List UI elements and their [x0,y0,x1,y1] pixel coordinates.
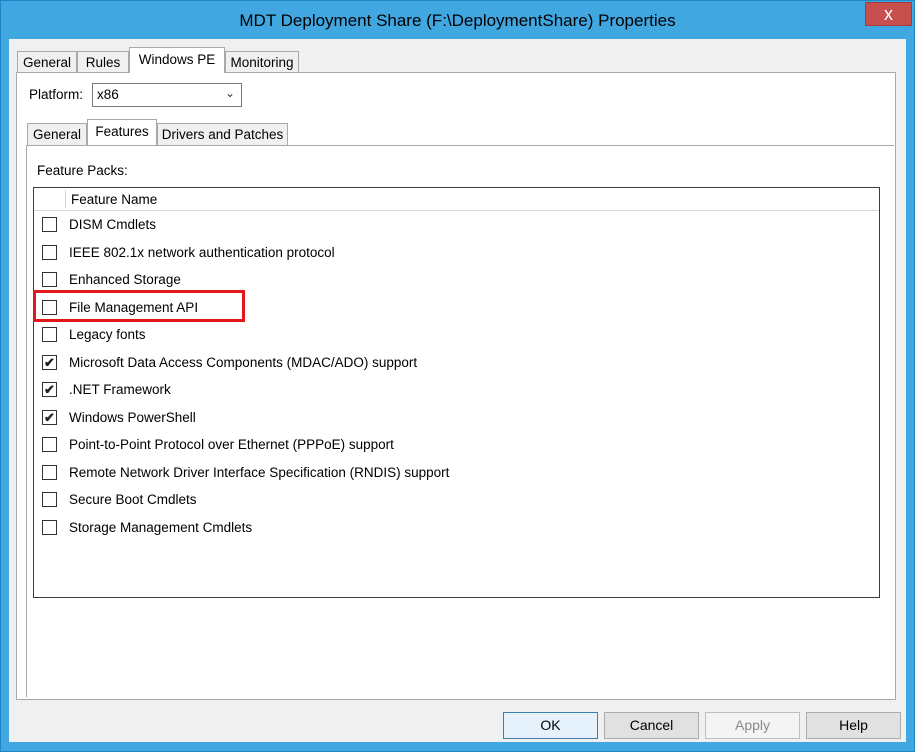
chevron-down-icon: ⌄ [224,86,235,100]
list-item[interactable]: IEEE 802.1x network authentication proto… [34,240,879,267]
platform-value: x86 [97,87,119,102]
feature-checkbox[interactable] [42,217,57,232]
list-item[interactable]: Legacy fonts [34,322,879,349]
feature-checkbox[interactable] [42,327,57,342]
feature-checkbox[interactable] [42,272,57,287]
feature-checkbox[interactable]: ✔ [42,409,57,425]
help-button[interactable]: Help [806,712,901,739]
feature-name: Point-to-Point Protocol over Ethernet (P… [69,437,394,452]
feature-name: Enhanced Storage [69,272,181,287]
list-header: Feature Name [34,188,879,211]
feature-checkbox[interactable] [42,244,57,260]
column-separator[interactable] [65,190,66,208]
ok-button[interactable]: OK [503,712,598,739]
feature-packs-label: Feature Packs: [37,163,128,178]
close-button[interactable]: x [865,2,912,26]
feature-checkbox[interactable] [42,464,57,480]
list-item[interactable]: ✔ .NET Framework [34,377,879,404]
tab-general[interactable]: General [17,51,77,73]
platform-label: Platform: [29,87,84,102]
window-title: MDT Deployment Share (F:\DeploymentShare… [239,11,676,30]
tab-features[interactable]: Features [87,119,157,145]
list-item[interactable]: Secure Boot Cmdlets [34,487,879,514]
tab-inner-general[interactable]: General [27,123,87,145]
platform-select[interactable]: x86 ⌄ [92,83,242,107]
feature-checkbox[interactable] [42,437,57,452]
tab-windows-pe[interactable]: Windows PE [129,47,225,73]
feature-checkbox[interactable] [42,492,57,507]
list-item[interactable]: DISM Cmdlets [34,212,879,239]
feature-name: DISM Cmdlets [69,217,157,232]
cancel-button[interactable]: Cancel [604,712,699,739]
feature-name: Legacy fonts [69,327,146,342]
feature-name: Microsoft Data Access Components (MDAC/A… [69,354,418,370]
feature-packs-list[interactable]: Feature Name DISM Cmdlets IEEE 802.1x net… [33,187,880,598]
list-item[interactable]: Point-to-Point Protocol over Ethernet (P… [34,432,879,459]
feature-name: IEEE 802.1x network authentication proto… [69,244,335,260]
feature-name: Secure Boot Cmdlets [69,492,197,507]
list-item[interactable]: Storage Management Cmdlets [34,515,879,542]
title-bar[interactable]: MDT Deployment Share (F:\DeploymentShare… [1,1,914,39]
feature-name: Remote Network Driver Interface Specific… [69,464,450,480]
tab-drivers-and-patches[interactable]: Drivers and Patches [157,123,288,145]
column-header-feature-name[interactable]: Feature Name [71,192,157,207]
close-icon: x [884,4,893,24]
feature-name: Windows PowerShell [69,409,196,425]
highlight-box [33,290,245,322]
list-item[interactable]: ✔ Microsoft Data Access Components (MDAC/… [34,350,879,377]
feature-checkbox[interactable]: ✔ [42,382,57,397]
feature-checkbox[interactable] [42,519,57,535]
feature-checkbox[interactable]: ✔ [42,354,57,370]
apply-button[interactable]: Apply [705,712,800,739]
tab-monitoring[interactable]: Monitoring [225,51,299,73]
list-item[interactable]: ✔ Windows PowerShell [34,405,879,432]
tab-rules[interactable]: Rules [77,51,129,73]
list-item[interactable]: Remote Network Driver Interface Specific… [34,460,879,487]
feature-name: .NET Framework [69,382,171,397]
feature-name: Storage Management Cmdlets [69,519,253,535]
